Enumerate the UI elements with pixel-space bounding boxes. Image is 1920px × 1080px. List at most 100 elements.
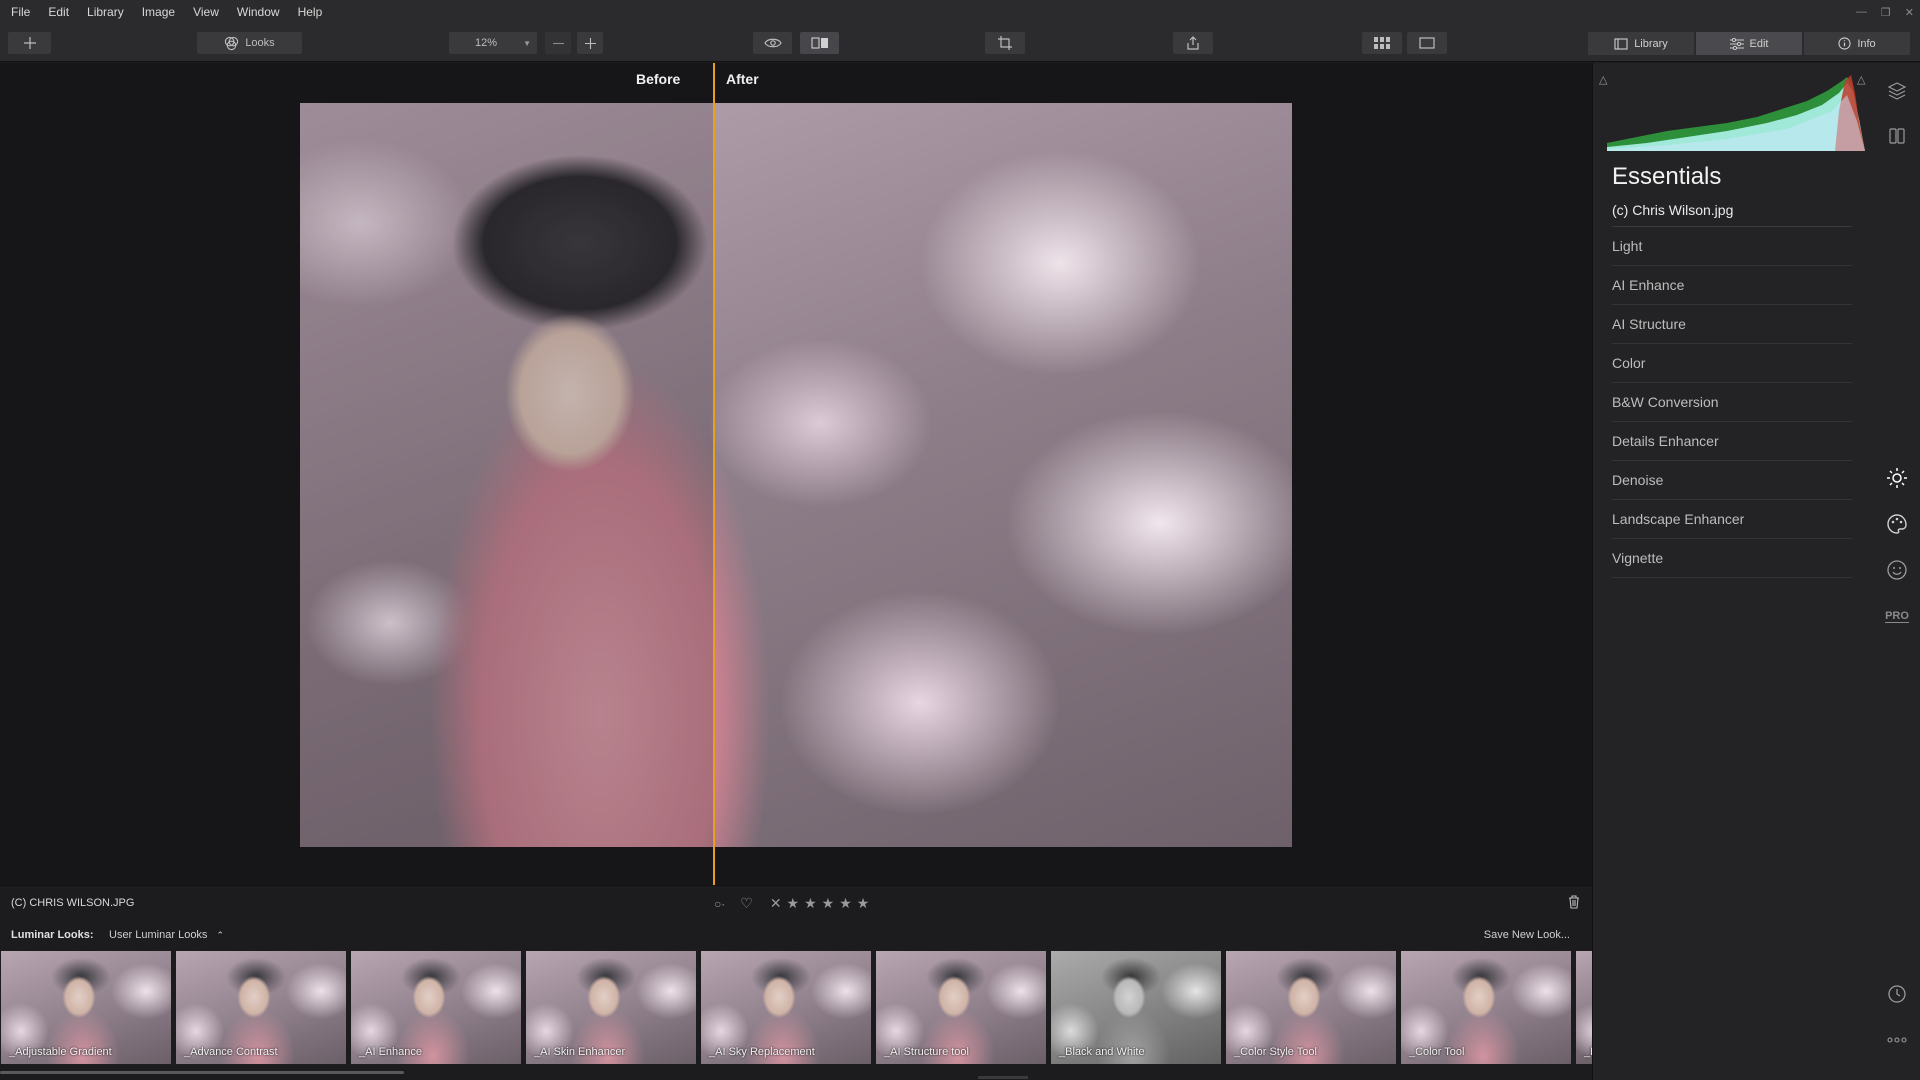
look-thumbnail[interactable]: _AI Sky Replacement — [701, 951, 871, 1064]
edit-panel: △ △ Essentials (c) Chris Wilson.jpg Ligh… — [1592, 63, 1920, 1080]
add-photo-button[interactable] — [8, 32, 51, 54]
look-name: _Color Style Tool — [1234, 1046, 1317, 1058]
look-name: _D — [1584, 1046, 1592, 1058]
layers-icon[interactable] — [1884, 78, 1910, 104]
panel-title: Essentials — [1612, 163, 1722, 190]
look-name: _Advance Contrast — [184, 1046, 278, 1058]
window-controls: — ❐ ✕ — [1856, 0, 1914, 24]
look-thumbnail[interactable]: _AI Enhance — [351, 951, 521, 1064]
zoom-select[interactable]: 12% ▼ — [449, 32, 537, 54]
looks-icon — [225, 36, 239, 50]
tool-light[interactable]: Light — [1612, 227, 1852, 266]
eye-icon — [763, 38, 782, 48]
heart-icon[interactable]: ♡ — [740, 895, 753, 912]
before-label: Before — [636, 71, 681, 87]
star-5[interactable]: ★ — [857, 895, 870, 912]
sliders-icon — [1729, 37, 1744, 50]
tab-info[interactable]: Info — [1804, 32, 1910, 55]
looks-button-label: Looks — [245, 37, 275, 49]
menu-view[interactable]: View — [184, 0, 228, 24]
toolbar: Looks 12% ▼ Library Edit Info — [0, 24, 1920, 62]
color-label-icon[interactable]: ○· — [714, 897, 725, 911]
look-thumbnail[interactable]: _Advance Contrast — [176, 951, 346, 1064]
menu-library[interactable]: Library — [78, 0, 133, 24]
grid-view-button[interactable] — [1362, 32, 1402, 54]
look-thumbnail[interactable]: _Color Style Tool — [1226, 951, 1396, 1064]
looks-bar: Luminar Looks: User Luminar Looks ⌃ Save… — [0, 919, 1592, 953]
canvas-icon[interactable] — [1884, 123, 1910, 149]
compare-button[interactable] — [800, 32, 839, 54]
look-thumbnail[interactable]: _Adjustable Gradient — [1, 951, 171, 1064]
compare-split-handle[interactable] — [713, 63, 715, 885]
look-name: _AI Skin Enhancer — [534, 1046, 626, 1058]
tool-bw-conversion[interactable]: B&W Conversion — [1612, 383, 1852, 422]
star-4[interactable]: ★ — [839, 895, 852, 912]
histogram — [1607, 75, 1865, 151]
preview-button[interactable] — [753, 32, 792, 54]
restore-icon[interactable]: ❐ — [1881, 6, 1891, 19]
looks-button[interactable]: Looks — [197, 32, 302, 54]
share-button[interactable] — [1173, 32, 1213, 54]
star-3[interactable]: ★ — [822, 895, 835, 912]
tool-details-enhancer[interactable]: Details Enhancer — [1612, 422, 1852, 461]
image-canvas[interactable]: Before After — [0, 63, 1592, 885]
look-thumbnail[interactable]: _D — [1576, 951, 1592, 1064]
looks-category-dropdown[interactable]: User Luminar Looks ⌃ — [109, 929, 224, 941]
pro-icon[interactable]: PRO — [1884, 603, 1910, 629]
filmstrip-scrollbar[interactable] — [0, 1071, 404, 1074]
tool-denoise[interactable]: Denoise — [1612, 461, 1852, 500]
image-file-name: (C) CHRIS WILSON.JPG — [11, 897, 135, 909]
star-1[interactable]: ★ — [787, 895, 800, 912]
reject-icon[interactable]: ✕ — [770, 895, 782, 912]
look-name: _AI Sky Replacement — [709, 1046, 815, 1058]
portrait-face-icon[interactable] — [1884, 557, 1910, 583]
menu-edit[interactable]: Edit — [39, 0, 78, 24]
tool-color[interactable]: Color — [1612, 344, 1852, 383]
menu-window[interactable]: Window — [228, 0, 289, 24]
essentials-sun-icon[interactable] — [1884, 465, 1910, 491]
looks-category-value: User Luminar Looks — [109, 929, 208, 941]
looks-filmstrip: _Adjustable Gradient _Advance Contrast _… — [0, 951, 1592, 1064]
menu-bar: File Edit Library Image View Window Help… — [0, 0, 1920, 24]
mode-tabs: Library Edit Info — [1586, 32, 1910, 55]
history-clock-icon[interactable] — [1884, 981, 1910, 1007]
panel-file-name: (c) Chris Wilson.jpg — [1612, 202, 1734, 218]
tab-info-label: Info — [1857, 37, 1876, 50]
menu-image[interactable]: Image — [133, 0, 184, 24]
crop-button[interactable] — [985, 32, 1025, 54]
share-icon — [1187, 36, 1199, 50]
tab-edit-label: Edit — [1749, 37, 1769, 50]
single-view-button[interactable] — [1407, 32, 1447, 54]
tab-edit[interactable]: Edit — [1696, 32, 1802, 55]
tool-landscape-enhancer[interactable]: Landscape Enhancer — [1612, 500, 1852, 539]
zoom-in-button[interactable] — [577, 32, 603, 54]
panel-resize-handle[interactable] — [978, 1076, 1028, 1079]
menu-file[interactable]: File — [0, 0, 39, 24]
minus-icon — [552, 42, 564, 44]
look-thumbnail[interactable]: _AI Skin Enhancer — [526, 951, 696, 1064]
photo-preview[interactable] — [300, 103, 1292, 847]
creative-palette-icon[interactable] — [1884, 511, 1910, 537]
tool-ai-enhance[interactable]: AI Enhance — [1612, 266, 1852, 305]
more-options-icon[interactable] — [1884, 1027, 1910, 1053]
save-new-look-button[interactable]: Save New Look... — [1484, 929, 1570, 941]
chevron-up-icon: ⌃ — [216, 930, 225, 940]
look-name: _Black and White — [1059, 1046, 1145, 1058]
trash-icon[interactable] — [1568, 895, 1580, 912]
looks-label: Luminar Looks: — [11, 929, 94, 941]
look-name: _Adjustable Gradient — [9, 1046, 112, 1058]
minimize-icon[interactable]: — — [1856, 6, 1867, 18]
star-2[interactable]: ★ — [804, 895, 817, 912]
close-icon[interactable]: ✕ — [1905, 6, 1914, 19]
library-icon — [1614, 37, 1628, 50]
tool-vignette[interactable]: Vignette — [1612, 539, 1852, 578]
tab-library[interactable]: Library — [1588, 32, 1694, 55]
menu-help[interactable]: Help — [289, 0, 332, 24]
look-thumbnail[interactable]: _Color Tool — [1401, 951, 1571, 1064]
crop-icon — [998, 36, 1012, 50]
look-thumbnail[interactable]: _AI Structure tool — [876, 951, 1046, 1064]
zoom-out-button[interactable] — [545, 32, 571, 54]
tool-ai-structure[interactable]: AI Structure — [1612, 305, 1852, 344]
look-thumbnail[interactable]: _Black and White — [1051, 951, 1221, 1064]
info-icon — [1838, 37, 1851, 50]
